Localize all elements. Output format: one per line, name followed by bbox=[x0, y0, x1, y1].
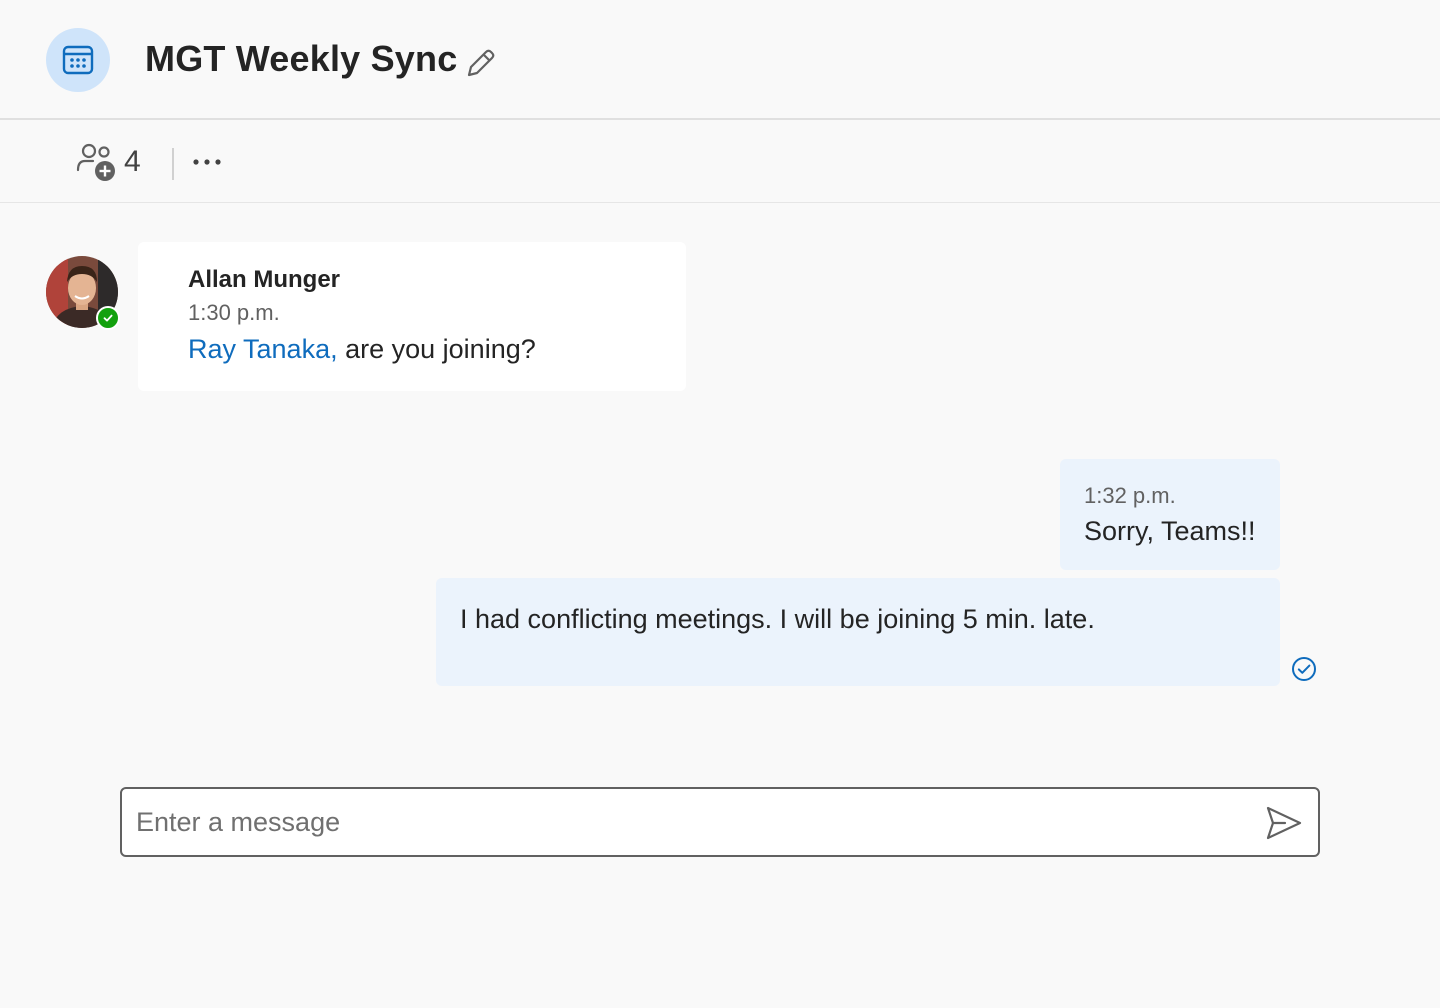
participants-count: 4 bbox=[124, 145, 141, 178]
people-add-icon bbox=[76, 143, 115, 181]
toolbar-divider bbox=[172, 148, 174, 180]
message-timestamp: 1:30 p.m. bbox=[188, 300, 280, 325]
message-text: I had conflicting meetings. I will be jo… bbox=[460, 604, 1095, 634]
read-receipt-icon bbox=[1291, 656, 1317, 682]
presence-available-icon bbox=[96, 306, 120, 330]
message-composer bbox=[120, 787, 1320, 857]
send-button[interactable] bbox=[1262, 803, 1306, 843]
incoming-message[interactable]: Allan Munger 1:30 p.m. Ray Tanaka, are y… bbox=[138, 242, 686, 391]
message-body: Ray Tanaka, are you joining? bbox=[188, 334, 536, 365]
participants-button[interactable]: 4 bbox=[74, 138, 141, 186]
message-text: Sorry, Teams!! bbox=[1084, 516, 1256, 546]
message-author: Allan Munger bbox=[188, 266, 341, 293]
send-icon bbox=[1266, 806, 1302, 840]
more-horizontal-icon bbox=[193, 159, 221, 165]
mention-link[interactable]: Ray Tanaka, bbox=[188, 334, 338, 364]
message-timestamp: 1:32 p.m. bbox=[1084, 483, 1176, 508]
calendar-icon bbox=[46, 28, 110, 92]
chat-title: MGT Weekly Sync bbox=[145, 38, 458, 79]
chat-toolbar: 4 bbox=[0, 120, 1440, 203]
more-options-button[interactable] bbox=[186, 142, 228, 182]
message-text: are you joining? bbox=[337, 334, 536, 364]
outgoing-message[interactable]: 1:32 p.m. Sorry, Teams!! bbox=[1060, 459, 1280, 570]
chat-header: MGT Weekly Sync bbox=[0, 0, 1440, 120]
message-input[interactable] bbox=[136, 799, 1246, 845]
outgoing-message[interactable]: I had conflicting meetings. I will be jo… bbox=[436, 578, 1280, 686]
pencil-icon bbox=[467, 49, 495, 77]
edit-title-button[interactable] bbox=[460, 44, 500, 84]
